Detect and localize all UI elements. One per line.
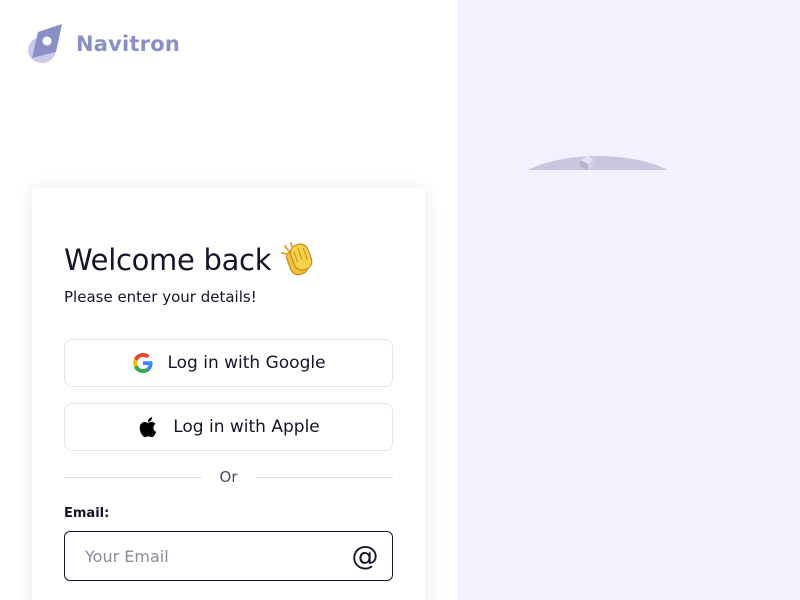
brand[interactable]: Navitron [24,22,180,66]
apple-icon [139,417,157,438]
illustration-panel [458,0,800,600]
email-field[interactable]: @ [64,531,393,581]
page-title: Welcome back [64,243,272,277]
title-row: Welcome back [64,240,319,280]
login-pane: Navitron Welcome back Please enter your … [0,0,458,600]
divider-line-left [64,476,202,478]
clapping-hands-icon [281,242,313,276]
email-label: Email: [64,506,110,521]
subtitle: Please enter your details! [64,288,257,306]
login-card: Welcome back Please enter your details! [32,188,425,600]
email-input[interactable] [65,532,350,580]
divider: Or [64,467,394,487]
apple-login-label: Log in with Apple [173,417,320,437]
google-login-button[interactable]: Log in with Google [64,339,393,387]
apple-login-button[interactable]: Log in with Apple [64,403,393,451]
navitron-logo-icon [28,24,62,63]
google-icon [133,353,154,373]
divider-line-right [255,476,394,478]
divider-text: Or [219,468,238,486]
google-login-label: Log in with Google [167,353,326,373]
at-sign-icon: @ [351,540,379,572]
brand-name: Navitron [76,32,181,56]
illustration-image [528,156,668,170]
